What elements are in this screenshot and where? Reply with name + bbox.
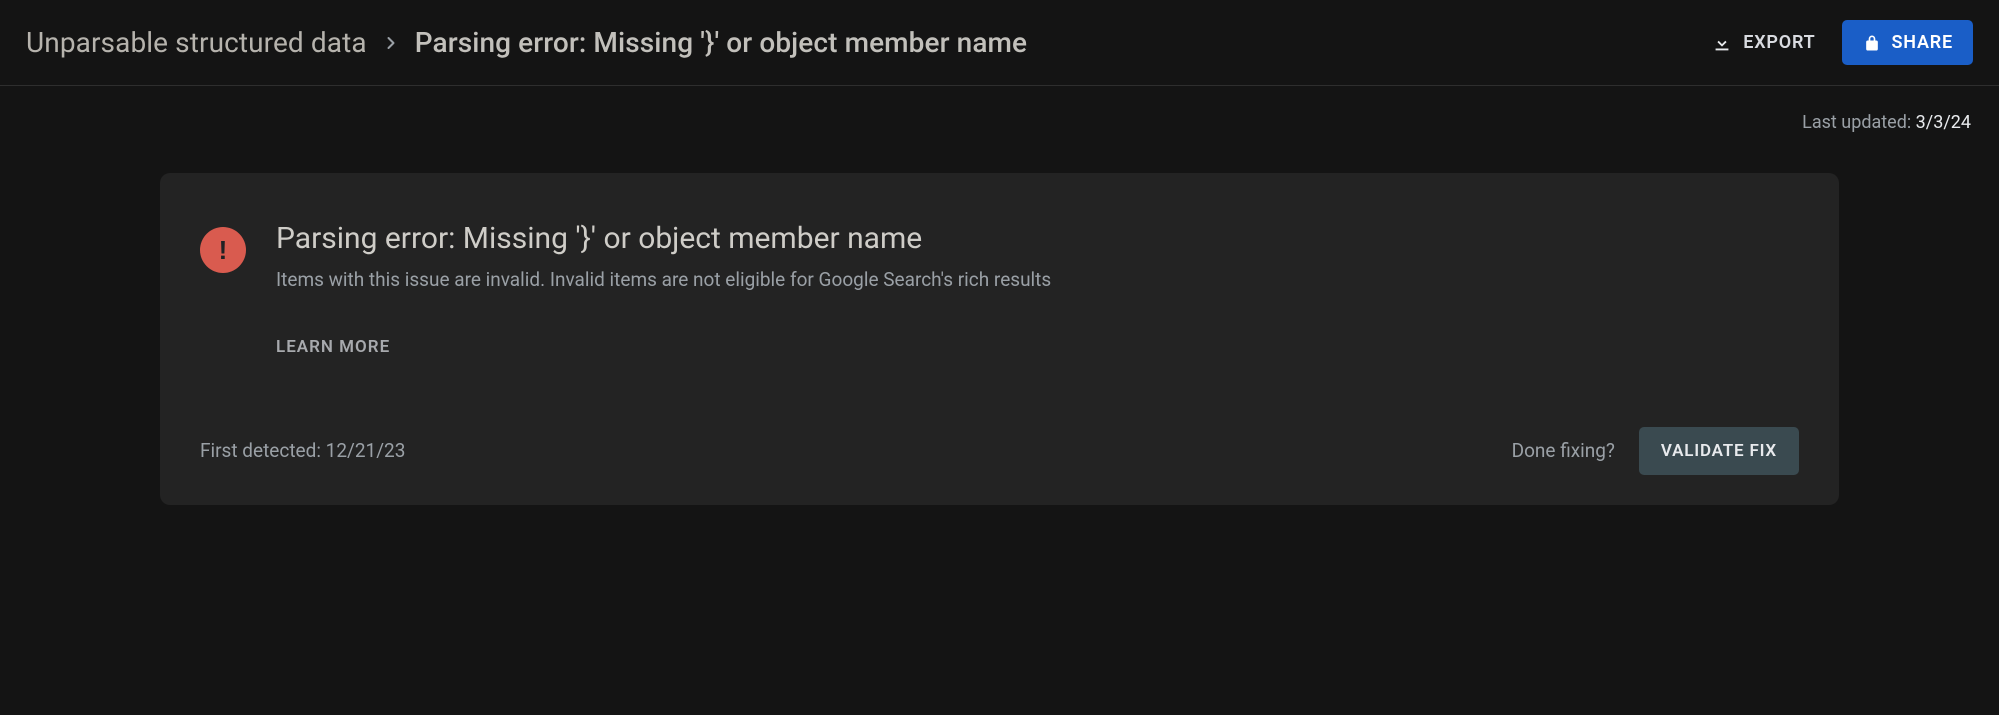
error-icon: ! (200, 227, 246, 273)
export-label: EXPORT (1743, 32, 1815, 53)
last-updated: Last updated: 3/3/24 (0, 86, 1999, 133)
validate-fix-button[interactable]: VALIDATE FIX (1639, 427, 1799, 475)
download-icon (1711, 32, 1733, 54)
breadcrumb-current: Parsing error: Missing '}' or object mem… (415, 26, 1027, 59)
card-footer: First detected: 12/21/23 Done fixing? VA… (200, 427, 1799, 475)
share-button[interactable]: SHARE (1842, 20, 1974, 65)
chevron-right-icon (381, 33, 401, 53)
issue-title: Parsing error: Missing '}' or object mem… (276, 221, 1799, 256)
last-updated-date: 3/3/24 (1916, 112, 1971, 133)
learn-more-link[interactable]: LEARN MORE (276, 337, 1799, 357)
breadcrumb-root[interactable]: Unparsable structured data (26, 26, 367, 59)
issue-description: Items with this issue are invalid. Inval… (276, 266, 1096, 295)
breadcrumb: Unparsable structured data Parsing error… (26, 26, 1707, 59)
lock-icon (1862, 33, 1882, 53)
page-header: Unparsable structured data Parsing error… (0, 0, 1999, 86)
card-body: Parsing error: Missing '}' or object mem… (276, 221, 1799, 357)
error-glyph: ! (219, 237, 228, 263)
share-label: SHARE (1892, 32, 1954, 53)
first-detected-label: First detected: (200, 439, 326, 462)
done-fixing-label: Done fixing? (1512, 439, 1615, 462)
header-actions: EXPORT SHARE (1707, 20, 1973, 65)
export-button[interactable]: EXPORT (1707, 26, 1819, 60)
first-detected-date: 12/21/23 (326, 439, 406, 462)
first-detected: First detected: 12/21/23 (200, 439, 1512, 462)
last-updated-label: Last updated: (1802, 112, 1916, 133)
issue-card: ! Parsing error: Missing '}' or object m… (160, 173, 1839, 505)
main-content: ! Parsing error: Missing '}' or object m… (0, 133, 1999, 545)
card-top: ! Parsing error: Missing '}' or object m… (200, 221, 1799, 357)
